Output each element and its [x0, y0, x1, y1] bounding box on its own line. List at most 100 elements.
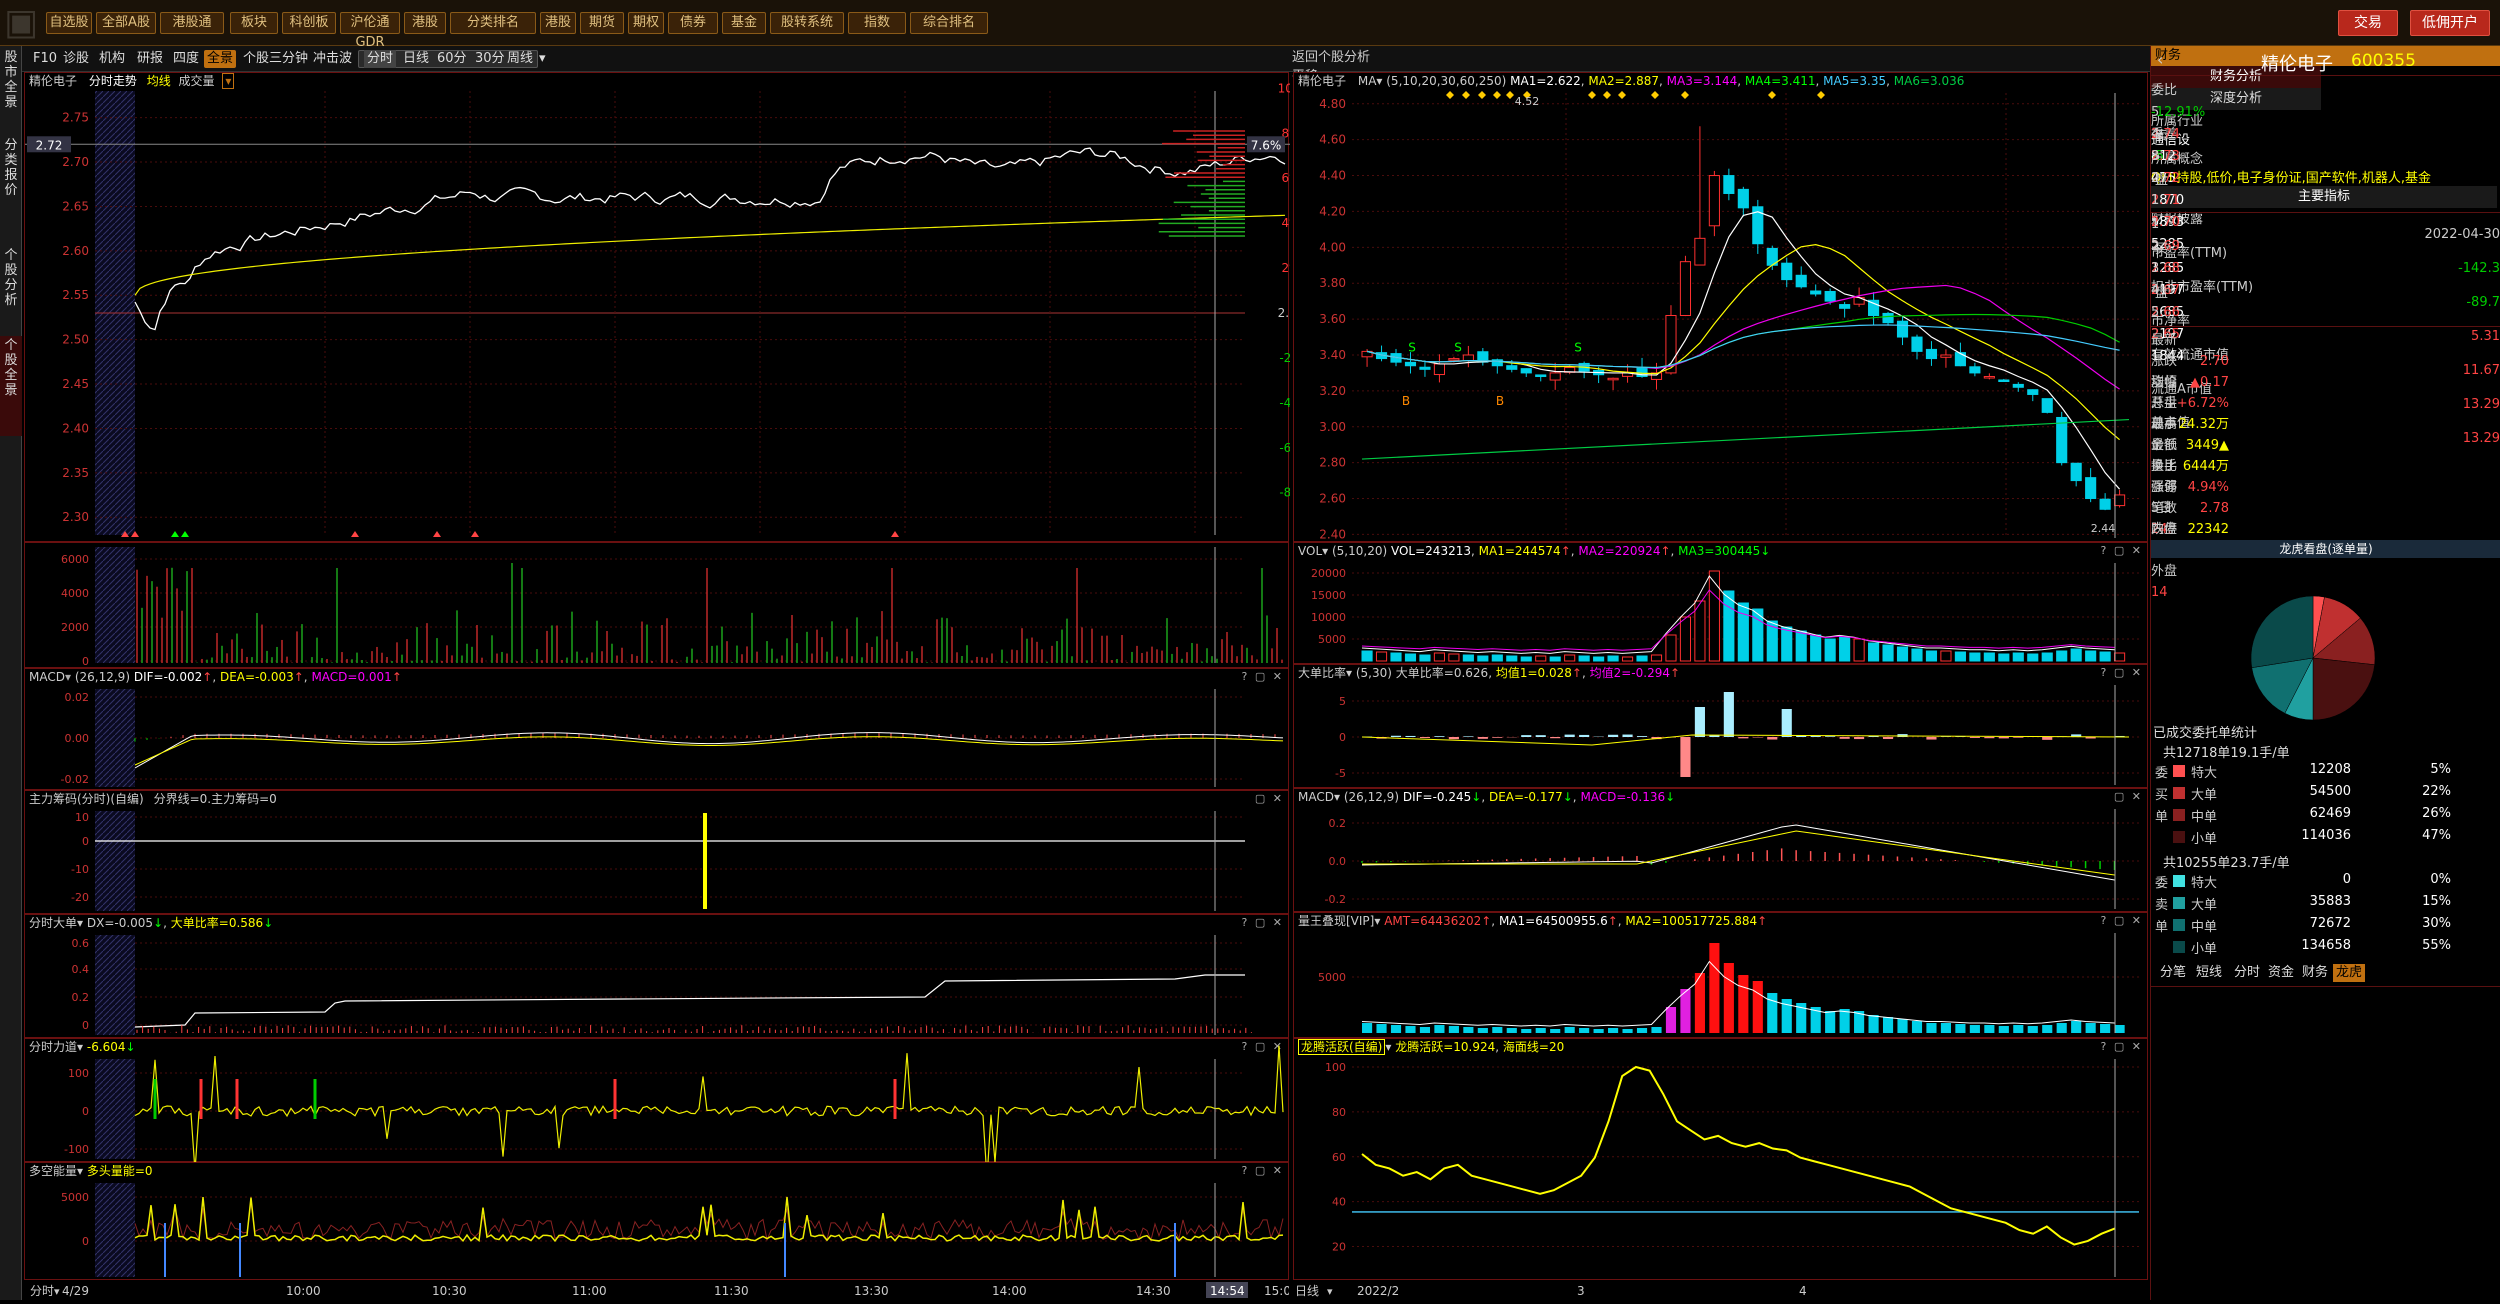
- quote-tab-3[interactable]: 资金: [2265, 964, 2297, 982]
- main-chips-chart[interactable]: 100-10-20: [25, 791, 1290, 915]
- back-icon[interactable]: ‹: [2157, 50, 2163, 69]
- ask-row[interactable]: 52.74812: [2151, 102, 2500, 124]
- quote-tab-5[interactable]: 龙虎: [2333, 964, 2365, 982]
- lwdx-bar: [1463, 1027, 1473, 1033]
- color-swatch: [2173, 875, 2185, 887]
- premarket-area: [95, 1183, 135, 1277]
- time-label: 14:30: [1136, 1284, 1171, 1298]
- lwdx-bar: [1478, 1028, 1488, 1033]
- big-order-chart[interactable]: 0.60.40.20: [25, 915, 1290, 1039]
- kline-lthy-chart[interactable]: 10080604020: [1294, 1039, 2149, 1281]
- order-count: 62469: [2281, 806, 2351, 821]
- chips-tick: 0: [82, 835, 89, 848]
- ma-line: [1367, 212, 2120, 489]
- quote-tab-2[interactable]: 分时: [2231, 964, 2263, 982]
- bid-row[interactable]: 52.651844: [2151, 302, 2500, 324]
- toolbar-button-6[interactable]: 港股: [404, 12, 446, 34]
- long-short-chart[interactable]: 50000: [25, 1163, 1290, 1281]
- toolbar-button-4[interactable]: 科创板: [282, 12, 336, 34]
- ask-row[interactable]: 42.73475: [2151, 124, 2500, 146]
- kline-macd-chart[interactable]: 0.20.0-0.2: [1294, 789, 2149, 913]
- period-4[interactable]: 周线: [504, 50, 536, 68]
- kvol-bar: [2057, 651, 2067, 661]
- subtool-1[interactable]: 诊股: [60, 50, 92, 68]
- open-account-button[interactable]: 低佣开户: [2410, 10, 2490, 36]
- stat-label: 笔数: [2151, 498, 2500, 519]
- kvol-bar: [1724, 591, 1734, 661]
- quote-tab-1[interactable]: 短线: [2193, 964, 2225, 982]
- subtool-6[interactable]: 个股三分钟: [240, 50, 311, 68]
- quote-stock-name: 精伦电子: [2261, 50, 2333, 76]
- trade-button[interactable]: 交易: [2338, 10, 2398, 36]
- lthy-tick: 100: [1325, 1061, 1346, 1074]
- kline-lwdx-chart[interactable]: 5000: [1294, 913, 2149, 1039]
- intraday-volume-chart[interactable]: 6000400020000: [25, 543, 1290, 669]
- toolbar-button-14[interactable]: 指数: [848, 12, 906, 34]
- stat-label: 金额: [2151, 435, 2500, 456]
- left-tab-3[interactable]: 个股全景: [0, 336, 22, 436]
- bid-row[interactable]: 32.672685: [2151, 258, 2500, 280]
- bid-row[interactable]: 42.662197: [2151, 280, 2500, 302]
- ls-tick: 0: [82, 1235, 89, 1248]
- quote-tab-4[interactable]: 财务: [2299, 964, 2331, 982]
- force-chart[interactable]: 1000-100: [25, 1039, 1290, 1163]
- ddbl-bar: [1840, 737, 1850, 739]
- subtool-7[interactable]: 冲击波: [310, 50, 355, 68]
- subtool-2[interactable]: 机构: [96, 50, 128, 68]
- subtool-0[interactable]: F10: [30, 50, 60, 68]
- time-dropdown-icon: ▾: [54, 1285, 60, 1298]
- order-count: 54500: [2281, 784, 2351, 799]
- lwdx-bar: [1840, 1009, 1850, 1033]
- toolbar-button-5[interactable]: 沪伦通GDR: [340, 12, 400, 34]
- vol-tick: 2000: [61, 621, 89, 634]
- ask-row[interactable]: 12.705285: [2151, 190, 2500, 212]
- subtool-4[interactable]: 四度: [170, 50, 202, 68]
- left-tab-0[interactable]: 股市全景: [0, 48, 22, 128]
- bid-row[interactable]: 12.691285: [2151, 214, 2500, 236]
- time-label: 10:00: [286, 1284, 321, 1298]
- subtool-5[interactable]: 全景: [204, 50, 236, 68]
- toolbar-button-9[interactable]: 期货: [580, 12, 624, 34]
- quote-tab-0[interactable]: 分笔: [2157, 964, 2189, 982]
- bid-row[interactable]: 22.682197: [2151, 236, 2500, 258]
- ask-level: 4: [2151, 124, 2500, 146]
- pct-tick: 4%: [1281, 216, 1290, 230]
- toolbar-button-12[interactable]: 基金: [722, 12, 766, 34]
- subtool-3[interactable]: 研报: [134, 50, 166, 68]
- back-to-analysis[interactable]: 返回个股分析: [1292, 46, 2150, 65]
- ddbl-bar: [1536, 735, 1546, 737]
- ask-row[interactable]: 22.715893: [2151, 168, 2500, 190]
- period-dropdown-icon[interactable]: ▾: [536, 50, 549, 68]
- order-size-label: 特大: [2191, 872, 2217, 891]
- period-3[interactable]: 30分: [472, 50, 508, 68]
- kline-ddbl-chart[interactable]: 50-5: [1294, 665, 2149, 789]
- candle-body: [1434, 364, 1444, 375]
- long-line: [135, 1197, 1283, 1241]
- lthy-tick: 40: [1332, 1196, 1346, 1209]
- toolbar-button-0[interactable]: 自选股: [46, 12, 92, 34]
- toolbar-button-7[interactable]: 分类排名: [450, 12, 536, 34]
- kline-chart[interactable]: 4.804.604.404.204.003.803.603.403.203.00…: [1294, 73, 2149, 543]
- toolbar-button-15[interactable]: 综合排名: [910, 12, 988, 34]
- period-2[interactable]: 60分: [434, 50, 470, 68]
- ask-row[interactable]: 32.721870: [2151, 146, 2500, 168]
- toolbar-button-2[interactable]: 港股通: [160, 12, 224, 34]
- toolbar-button-1[interactable]: 全部A股: [96, 12, 156, 34]
- orderbook-divider: [2151, 326, 2500, 327]
- period-0[interactable]: 分时: [364, 50, 396, 68]
- left-tab-2[interactable]: 个股分析: [0, 246, 22, 326]
- kvol-bar: [1695, 601, 1705, 661]
- toolbar-button-13[interactable]: 股转系统: [770, 12, 844, 34]
- kvol-bar: [2028, 654, 2038, 661]
- toolbar-button-10[interactable]: 期权: [628, 12, 664, 34]
- lwdx-bar: [1622, 1029, 1632, 1033]
- intraday-macd-chart[interactable]: 0.020.00-0.02: [25, 669, 1290, 791]
- toolbar-button-11[interactable]: 债券: [668, 12, 718, 34]
- period-1[interactable]: 日线: [400, 50, 432, 68]
- toolbar-button-8[interactable]: 港股: [540, 12, 576, 34]
- kline-vol-chart[interactable]: 2000015000100005000: [1294, 543, 2149, 665]
- toolbar-button-3[interactable]: 板块: [230, 12, 278, 34]
- intraday-price-chart[interactable]: 2.752.702.652.602.552.502.452.402.352.30…: [25, 73, 1290, 543]
- candle-body: [1550, 373, 1560, 380]
- left-tab-1[interactable]: 分类报价: [0, 136, 22, 236]
